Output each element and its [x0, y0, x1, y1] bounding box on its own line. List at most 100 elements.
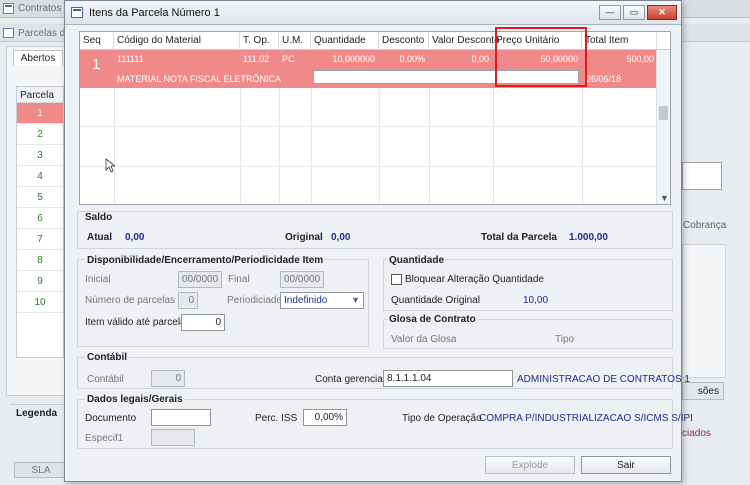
table-row[interactable]: 9 — [17, 271, 63, 292]
mouse-pointer-icon — [105, 158, 117, 176]
dados-legais-title: Dados legais/Gerais — [85, 394, 185, 405]
dialog-titlebar: Itens da Parcela Número 1 — ▭ ✕ — [65, 1, 681, 25]
quantidade-original-value: 10,00 — [523, 295, 549, 306]
sla-button[interactable]: SLA — [14, 462, 68, 478]
total-parcela-label: Total da Parcela — [481, 232, 557, 243]
close-button[interactable]: ✕ — [647, 5, 677, 20]
row-seq: 1 — [92, 56, 101, 73]
background-field — [682, 162, 722, 190]
quantidade-title: Quantidade — [387, 255, 447, 266]
background-area — [682, 244, 726, 378]
documento-label: Documento — [85, 413, 137, 424]
conta-gerencial-field[interactable]: 8.1.1.1.04 — [383, 370, 513, 387]
background-link[interactable]: ciados — [682, 428, 711, 439]
col-um[interactable]: U.M. — [279, 32, 311, 50]
col-tipo-op[interactable]: T. Op. — [240, 32, 279, 50]
table-row[interactable]: 3 — [17, 145, 63, 166]
grid-scrollbar[interactable]: ▼ — [656, 50, 670, 204]
row-quantidade: 10,000000 — [332, 54, 375, 64]
col-desconto[interactable]: Desconto — [379, 32, 429, 50]
conta-gerencial-desc: ADMINISTRACAO DE CONTRATOS 1 — [517, 374, 690, 385]
table-row[interactable]: 5 — [17, 187, 63, 208]
col-seq[interactable]: Seq — [80, 32, 114, 50]
final-label: Final — [228, 274, 250, 285]
contabil-label: Contábil — [87, 374, 124, 385]
bloquear-quantidade-checkbox[interactable] — [391, 274, 402, 285]
table-row[interactable]: 8 — [17, 250, 63, 271]
conta-gerencial-label: Conta gerencial — [315, 374, 386, 385]
row-desconto: 0,00% — [399, 54, 425, 64]
window-icon — [3, 28, 14, 38]
item-valido-field[interactable]: 0 — [181, 314, 225, 331]
original-value: 0,00 — [331, 232, 351, 243]
tab-abertos[interactable]: Abertos — [13, 50, 63, 66]
col-codigo-material[interactable]: Código do Material — [114, 32, 240, 50]
saldo-title: Saldo — [85, 212, 113, 223]
inicial-label: Inicial — [85, 274, 111, 285]
window-icon — [71, 7, 83, 18]
col-quantidade[interactable]: Quantidade — [311, 32, 379, 50]
col-valor-desconto[interactable]: Valor Desconto — [429, 32, 500, 50]
parcelas-table: Parcela 1 2 3 4 5 6 7 8 9 10 — [16, 86, 64, 358]
valor-glosa-label: Valor da Glosa — [391, 334, 457, 345]
explode-button[interactable]: Explode — [485, 456, 575, 474]
row-descricao: MATERIAL NOTA FISCAL ELETRÔNICA — [117, 74, 282, 84]
perc-iss-label: Perc. ISS — [255, 413, 298, 424]
legend-title: Legenda — [16, 408, 58, 419]
main-window-title: Contratos — [18, 3, 62, 14]
total-parcela-value: 1.000,00 — [569, 232, 608, 243]
tipo-glosa-label: Tipo — [555, 334, 575, 345]
row-valor-desconto: 0,00 — [471, 54, 489, 64]
chevron-down-icon[interactable]: ▼ — [660, 193, 669, 203]
bloquear-quantidade-label: Bloquear Alteração Quantidade — [405, 274, 544, 285]
contabil-field[interactable]: 0 — [151, 370, 185, 387]
sub-window-title: Parcelas do — [18, 28, 71, 39]
tipo-operacao-value: COMPRA P/INDUSTRIALIZACAO S/ICMS S/IPI — [479, 413, 693, 424]
table-row[interactable]: 4 — [17, 166, 63, 187]
dialog-title: Itens da Parcela Número 1 — [89, 7, 220, 19]
especif1-field[interactable] — [151, 429, 195, 446]
table-row[interactable]: 1 — [17, 103, 63, 124]
atual-label: Atual — [87, 232, 112, 243]
periodicidade-value: Indefinido — [284, 295, 328, 306]
tipo-operacao-label: Tipo de Operação — [402, 413, 482, 424]
perc-iss-field[interactable]: 0,00% — [303, 409, 347, 426]
periodicidade-select[interactable]: Indefinido ▼ — [280, 292, 364, 309]
grid-divider — [80, 166, 657, 167]
cobranca-label: Cobrança — [683, 220, 727, 231]
quantidade-original-label: Quantidade Original — [391, 295, 480, 306]
numero-parcelas-field[interactable]: 0 — [178, 292, 198, 309]
row-um: PC — [282, 54, 295, 64]
saldo-section — [77, 211, 673, 249]
original-label: Original — [285, 232, 323, 243]
periodicidade-label: Periodiciade — [227, 295, 283, 306]
minimize-button[interactable]: — — [599, 5, 621, 20]
row-total-item: 500,00 — [626, 54, 654, 64]
scrollbar-thumb[interactable] — [659, 106, 668, 120]
highlight-box — [495, 27, 587, 87]
row-codigo: 111111 — [117, 54, 144, 64]
atual-value: 0,00 — [125, 232, 145, 243]
col-total-item[interactable]: Total Item — [582, 32, 657, 50]
disponibilidade-title: Disponibilidade/Encerramento/Periodicida… — [85, 255, 326, 266]
final-field[interactable]: 00/0000 — [280, 271, 324, 288]
row-tipo-op: 111.02 — [243, 54, 270, 64]
table-row[interactable]: 2 — [17, 124, 63, 145]
restore-button[interactable]: ▭ — [623, 5, 645, 20]
especif1-label: Especif1 — [85, 433, 124, 444]
parcela-column-header: Parcela — [17, 87, 63, 103]
table-row[interactable]: 7 — [17, 229, 63, 250]
documento-field[interactable] — [151, 409, 211, 426]
inicial-field[interactable]: 00/0000 — [178, 271, 222, 288]
contabil-title: Contábil — [85, 352, 129, 363]
chevron-down-icon: ▼ — [351, 295, 360, 305]
app-icon — [3, 3, 14, 14]
row-data: 26/06/18 — [586, 74, 622, 84]
glosa-title: Glosa de Contrato — [387, 314, 478, 325]
sair-button[interactable]: Sair — [581, 456, 671, 474]
legend-section: Legenda — [10, 404, 70, 454]
table-row[interactable]: 6 — [17, 208, 63, 229]
table-row[interactable]: 10 — [17, 292, 63, 313]
numero-parcelas-label: Número de parcelas — [85, 295, 176, 306]
item-valido-label: Item válido até parcela — [85, 317, 186, 328]
